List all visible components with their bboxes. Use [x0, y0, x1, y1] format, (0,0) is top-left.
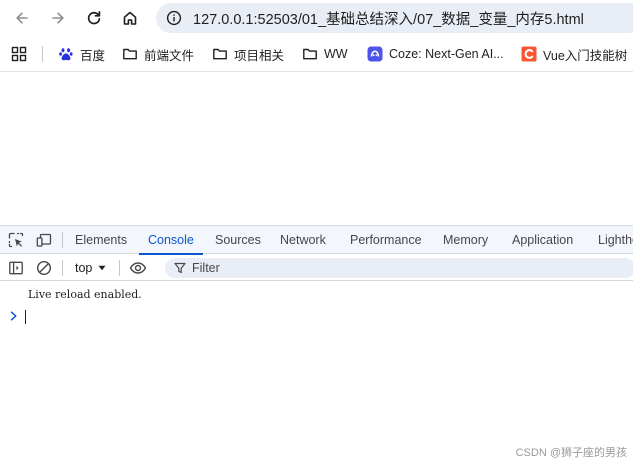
arrow-left-icon [14, 10, 30, 26]
context-selector[interactable]: top [75, 259, 106, 277]
page-viewport[interactable] [0, 73, 633, 225]
baidu-paw-icon [58, 46, 74, 62]
clear-console-icon[interactable] [35, 259, 53, 277]
tab-elements[interactable]: Elements [75, 226, 127, 254]
coze-icon [367, 46, 383, 62]
tab-network[interactable]: Network [280, 226, 326, 254]
home-button[interactable] [117, 5, 143, 31]
csdn-watermark: CSDN @狮子座的男孩 [516, 444, 627, 460]
toolbar-divider [62, 260, 63, 276]
tab-application[interactable]: Application [512, 226, 573, 254]
bookmarks-divider [42, 46, 43, 62]
folder-icon [212, 46, 228, 62]
filter-input[interactable] [192, 261, 592, 275]
csdn-c-icon [521, 46, 537, 62]
folder-icon [122, 46, 138, 62]
bookmark-baidu[interactable]: 百度 [58, 44, 105, 64]
toolbar-divider [119, 260, 120, 276]
console-output[interactable]: Live reload enabled. [0, 282, 633, 466]
bookmark-label: 前端文件 [144, 45, 194, 64]
bookmark-label: Coze: Next-Gen AI... [389, 47, 504, 61]
url-text[interactable]: 127.0.0.1:52503/01_基础总结深入/07_数据_变量_内存5.h… [193, 8, 584, 29]
reload-button[interactable] [81, 5, 107, 31]
bookmarks-bar: 百度 前端文件 项目相关 WW [0, 36, 633, 72]
filter-funnel-icon [174, 262, 186, 274]
console-filter[interactable] [165, 258, 633, 278]
bookmark-coze[interactable]: Coze: Next-Gen AI... [367, 44, 504, 64]
toolbar-divider [62, 232, 63, 248]
bookmark-label: 百度 [80, 45, 105, 64]
bookmark-ww[interactable]: WW [302, 44, 348, 64]
context-label: top [75, 261, 92, 275]
tab-lighthouse[interactable]: Lighthouse [598, 226, 633, 254]
reload-icon [86, 10, 102, 26]
inspect-element-icon[interactable] [8, 232, 24, 248]
sidebar-toggle-icon[interactable] [7, 259, 25, 277]
bookmark-label: Vue入门技能树 [543, 45, 627, 64]
device-toolbar-icon[interactable] [36, 232, 52, 248]
console-message: Live reload enabled. [28, 288, 142, 301]
forward-button[interactable] [45, 5, 71, 31]
bookmark-label: WW [324, 47, 348, 61]
tab-memory[interactable]: Memory [443, 226, 488, 254]
dropdown-arrow-icon [98, 265, 106, 271]
live-expression-eye-icon[interactable] [129, 259, 147, 277]
tab-console[interactable]: Console [148, 226, 194, 254]
apps-grid-icon[interactable] [11, 46, 27, 62]
site-info-icon[interactable] [165, 9, 183, 27]
back-button[interactable] [9, 5, 35, 31]
browser-toolbar: 127.0.0.1:52503/01_基础总结深入/07_数据_变量_内存5.h… [0, 0, 633, 36]
bookmark-vue[interactable]: Vue入门技能树 [521, 44, 627, 64]
folder-icon [302, 46, 318, 62]
home-icon [122, 10, 138, 26]
devtools-tab-bar: Elements Console Sources Network Perform… [0, 226, 633, 254]
console-toolbar: top [0, 255, 633, 281]
bookmark-frontend-files[interactable]: 前端文件 [122, 44, 194, 64]
address-bar[interactable]: 127.0.0.1:52503/01_基础总结深入/07_数据_变量_内存5.h… [156, 3, 633, 33]
tab-sources[interactable]: Sources [215, 226, 261, 254]
arrow-right-icon [50, 10, 66, 26]
bookmark-project[interactable]: 项目相关 [212, 44, 284, 64]
bookmark-label: 项目相关 [234, 45, 284, 64]
prompt-chevron-icon [10, 310, 20, 322]
console-input-cursor[interactable] [25, 310, 26, 324]
devtools-panel: Elements Console Sources Network Perform… [0, 225, 633, 465]
tab-performance[interactable]: Performance [350, 226, 422, 254]
